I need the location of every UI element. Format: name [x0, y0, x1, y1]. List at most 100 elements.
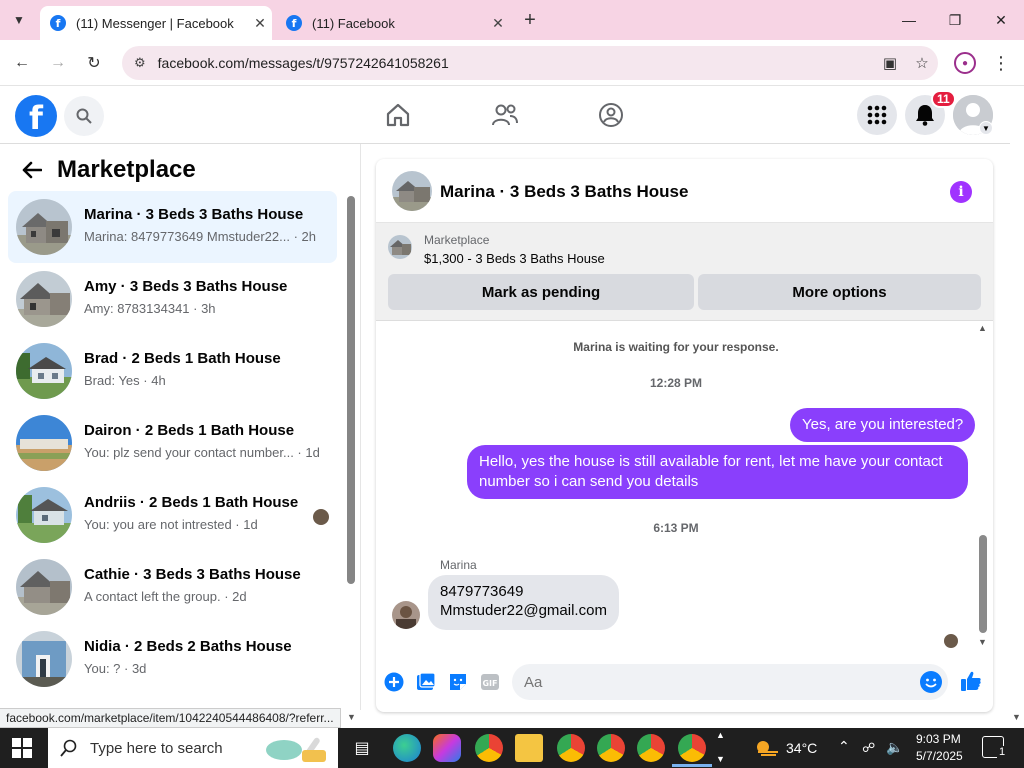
taskbar-scroll-down-icon[interactable]: ▼ [716, 754, 725, 764]
conversation-item[interactable]: Amy · 3 Beds 3 Baths House Amy: 87831343… [8, 263, 337, 335]
more-actions-button[interactable] [383, 671, 405, 693]
conversation-item[interactable]: Cathie · 3 Beds 3 Baths House A contact … [8, 551, 337, 623]
gif-button[interactable]: GIF [479, 671, 501, 693]
tab-messenger[interactable]: f (11) Messenger | Facebook ✕ [40, 6, 272, 40]
file-explorer-icon[interactable] [515, 734, 543, 762]
outgoing-message[interactable]: Yes, are you interested? [790, 408, 976, 442]
message-line: Mmstuder22@gmail.com [440, 602, 607, 619]
taskbar-search-box[interactable]: Type here to search [48, 728, 338, 768]
taskbar-scroll-up-icon[interactable]: ▲ [716, 730, 725, 740]
message-input[interactable] [512, 664, 948, 700]
attach-photo-button[interactable] [415, 671, 437, 693]
chat-avatar[interactable] [392, 171, 432, 211]
copilot-icon[interactable] [433, 734, 461, 762]
conversation-preview: A contact left the group. · 2d [84, 589, 247, 604]
tab-facebook[interactable]: f (11) Facebook ✕ [276, 6, 510, 40]
conversation-title: Marina · 3 Beds 3 Baths House [84, 206, 304, 223]
conversation-item[interactable]: Brad · 2 Beds 1 Bath House Brad: Yes · 4… [8, 335, 337, 407]
windows-taskbar: Type here to search ▤ ▲ ▼ 34°C ⌃ ☍ 🔈 9:0… [0, 728, 1024, 768]
chrome-profile-icon[interactable] [557, 734, 585, 762]
conversation-item[interactable]: Andriis · 2 Beds 1 Bath House You: you a… [8, 479, 337, 551]
left-scroll-down-icon[interactable]: ▼ [347, 712, 356, 722]
chrome-active-icon[interactable] [672, 734, 712, 767]
url-text[interactable]: facebook.com/messages/t/9757242641058261 [158, 55, 874, 71]
house-thumbnail [16, 343, 72, 399]
search-button[interactable] [64, 96, 104, 136]
chrome-icon[interactable] [475, 734, 503, 762]
panel-title: Marketplace [57, 156, 196, 183]
back-button[interactable]: ← [8, 49, 36, 77]
seen-avatar [944, 634, 958, 648]
listing-title[interactable]: $1,300 - 3 Beds 3 Baths House [424, 251, 605, 266]
photo-icon [417, 672, 436, 690]
profile-icon[interactable]: ● [954, 52, 976, 74]
mark-as-pending-button[interactable]: Mark as pending [388, 274, 694, 310]
chrome-profile-icon[interactable] [597, 734, 625, 762]
browser-menu-icon[interactable]: ⋮ [990, 52, 1012, 74]
chat-scroll-up-icon[interactable]: ▲ [978, 323, 987, 333]
omnibox[interactable]: ⚙ facebook.com/messages/t/97572426410582… [122, 46, 938, 80]
site-info-icon[interactable]: ⚙ [134, 55, 146, 71]
conversation-preview: Amy: 8783134341 · 3h [84, 301, 216, 316]
browser-tab-strip: ▼ f (11) Messenger | Facebook ✕ f (11) F… [0, 0, 1024, 40]
emoji-button[interactable] [920, 671, 942, 693]
house-thumbnail [16, 415, 72, 471]
facebook-logo[interactable]: f [15, 95, 57, 137]
groups-icon [599, 103, 623, 127]
chat-title[interactable]: Marina · 3 Beds 3 Baths House [440, 182, 688, 202]
conversation-title: Brad · 2 Beds 1 Bath House [84, 350, 281, 367]
link-status-bar: facebook.com/marketplace/item/1042240544… [0, 708, 341, 728]
temperature[interactable]: 34°C [786, 740, 817, 756]
menu-button[interactable] [857, 95, 897, 135]
close-tab-icon[interactable]: ✕ [486, 15, 510, 32]
restore-button[interactable]: ❐ [932, 6, 978, 34]
notification-center-count: 1 [997, 746, 1008, 758]
chat-scroll-down-icon[interactable]: ▼ [978, 637, 987, 647]
edge-icon[interactable] [393, 734, 421, 762]
bell-icon [916, 105, 934, 126]
left-panel-scrollbar[interactable] [347, 196, 355, 584]
clock-date[interactable]: 5/7/2025 [916, 749, 963, 763]
conversation-title: Andriis · 2 Beds 1 Bath House [84, 494, 299, 511]
groups-nav-button[interactable] [596, 100, 626, 130]
timestamp: 12:28 PM [649, 376, 703, 390]
close-window-button[interactable]: ✕ [978, 6, 1024, 34]
search-icon [60, 739, 77, 757]
reload-button[interactable]: ↻ [80, 49, 108, 77]
install-app-icon[interactable]: ▣ [874, 54, 906, 72]
task-view-icon[interactable]: ▤ [348, 734, 376, 762]
more-options-button[interactable]: More options [698, 274, 981, 310]
new-tab-button[interactable]: + [518, 8, 542, 32]
forward-button[interactable]: → [44, 49, 72, 77]
marketplace-label: Marketplace [424, 233, 490, 247]
outgoing-message[interactable]: Hello, yes the house is still available … [467, 445, 968, 499]
tab-search-chevron-icon[interactable]: ▼ [4, 6, 34, 34]
notification-badge: 11 [931, 90, 956, 108]
incoming-message[interactable]: 8479773649 Mmstuder22@gmail.com [428, 575, 619, 630]
back-arrow-button[interactable] [20, 158, 44, 182]
bookmark-star-icon[interactable]: ☆ [906, 54, 938, 72]
conversation-item[interactable]: Marina · 3 Beds 3 Baths House Marina: 84… [8, 191, 337, 263]
windows-start-icon[interactable] [12, 738, 32, 758]
volume-icon[interactable]: 🔈 [886, 739, 903, 756]
chrome-profile-icon[interactable] [637, 734, 665, 762]
minimize-button[interactable]: — [886, 6, 932, 34]
listing-thumbnail[interactable] [388, 235, 412, 259]
conversation-item[interactable]: Nidia · 2 Beds 2 Baths House You: ? · 3d [8, 623, 337, 695]
search-icon [76, 108, 92, 124]
timestamp: 6:13 PM [653, 521, 699, 535]
sender-avatar[interactable] [392, 601, 420, 629]
like-button[interactable] [960, 670, 982, 692]
sticker-button[interactable] [447, 671, 469, 693]
chat-scrollbar[interactable] [979, 535, 987, 633]
clock-time[interactable]: 9:03 PM [916, 732, 961, 746]
info-icon[interactable]: i [950, 181, 972, 203]
show-hidden-icons-icon[interactable]: ⌃ [838, 738, 850, 755]
page-scroll-down-icon[interactable]: ▼ [1012, 712, 1021, 722]
account-chevron-icon[interactable]: ▼ [979, 121, 993, 135]
network-icon[interactable]: ☍ [862, 740, 875, 756]
friends-nav-button[interactable] [490, 100, 520, 130]
conversation-item[interactable]: Dairon · 2 Beds 1 Bath House You: plz se… [8, 407, 337, 479]
close-tab-icon[interactable]: ✕ [248, 15, 272, 32]
home-nav-button[interactable] [383, 100, 413, 130]
